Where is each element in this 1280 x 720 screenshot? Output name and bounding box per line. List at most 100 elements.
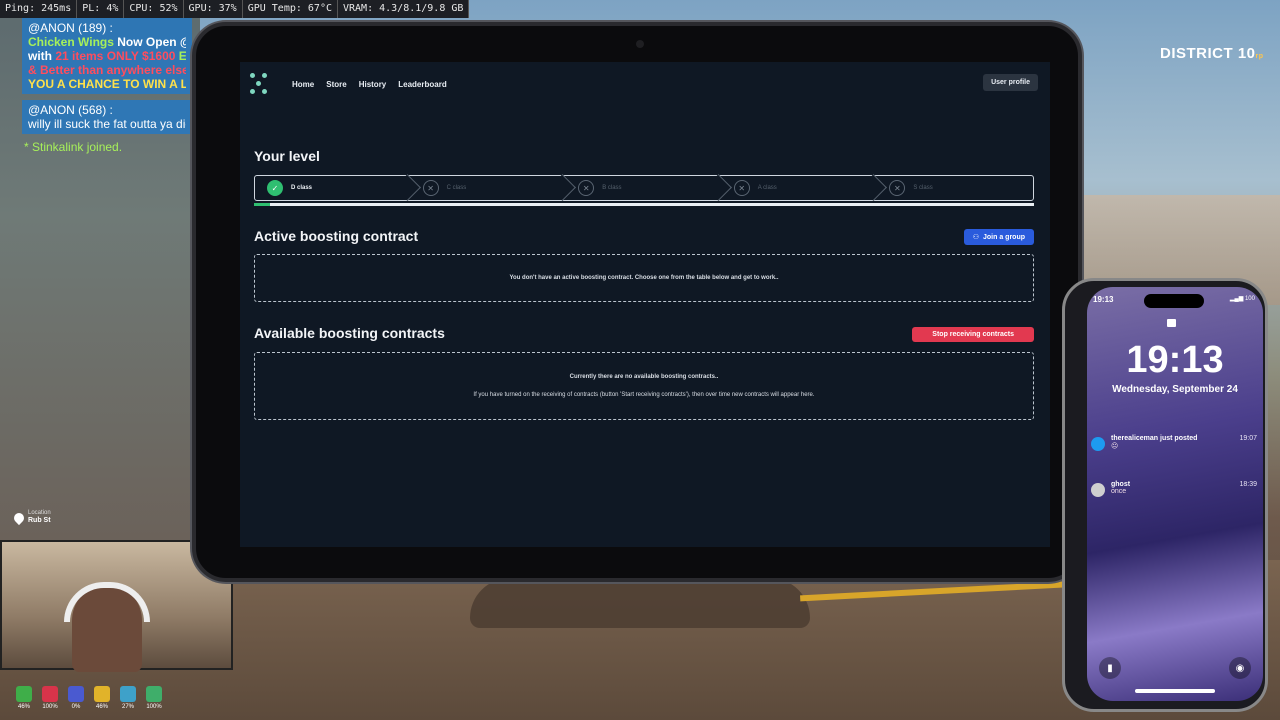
stop-receiving-contracts-button[interactable]: Stop receiving contracts [912,327,1034,342]
x-circle-icon: ✕ [889,180,906,196]
hud-stat-value: 27% [121,704,134,710]
x-circle-icon: ✕ [578,180,595,196]
lock-icon [1167,319,1176,327]
phone-device: 19:13 ▂▄▆ 100 19:13 Wednesday, September… [1062,278,1268,712]
phone-clock: 19:13 [1126,339,1224,381]
tablet-screen: Home Store History Leaderboard User prof… [240,62,1050,547]
phone-notification[interactable]: ghost once 18:39 [1091,481,1257,507]
location-indicator: Location Rub St [11,510,51,525]
nav-home[interactable]: Home [292,80,314,89]
chat-text: with [28,49,56,63]
food-icon [94,686,110,702]
chat-text: Chicken Wings [28,35,114,49]
nav-history[interactable]: History [359,80,387,89]
level-step-label: B class [602,185,622,191]
hud-stat: 46% [92,686,112,710]
camera-icon[interactable]: ◉ [1229,657,1251,679]
hud-stat-value: 0% [71,704,81,710]
x-circle-icon: ✕ [422,180,439,196]
chat-feed: @ANON (189) : Chicken Wings Now Open @ w… [22,18,192,154]
notification-title: ghost [1111,481,1131,488]
notification-body: therealiceman just posted 😐 [1111,435,1239,461]
chat-icon [1091,483,1105,497]
packet-loss-readout: PL: 4% [77,0,125,18]
stamina-icon [146,686,162,702]
chat-line: YOU A CHANCE TO WIN A LI [28,77,186,91]
server-name: DISTRICT 10 [1160,45,1256,62]
hud-stat: 100% [40,686,60,710]
chat-line: Chicken Wings Now Open @ [28,35,186,49]
level-step: ✓ D class [255,176,411,200]
status-hud: 46% 100% 0% 46% 27% 100% [14,686,164,710]
level-progress-bar [254,203,1034,206]
app-logo-icon[interactable] [250,73,272,95]
nav-leaderboard[interactable]: Leaderboard [398,80,446,89]
level-step: ✕ B class [566,176,722,200]
server-logo: DISTRICT 10rp [1160,45,1264,62]
vram-readout: VRAM: 4.3/8.1/9.8 GB [338,0,470,18]
health-icon [16,686,32,702]
nav-store[interactable]: Store [326,80,346,89]
chat-line: with 21 items ONLY $1600 E [28,49,186,63]
level-step-label: S class [913,185,933,191]
your-level-heading: Your level [254,148,320,164]
notification-body: ghost once [1111,481,1239,507]
gpu-temp-readout: GPU Temp: 67°C [243,0,338,18]
location-label: Location [28,510,51,516]
available-contracts-heading: Available boosting contracts [254,325,445,341]
hud-stat: 0% [66,686,86,710]
active-contract-box: You don't have an active boosting contra… [254,254,1034,302]
level-step-label: D class [291,185,313,191]
performance-bar: Ping: 245ms PL: 4% CPU: 52% GPU: 37% GPU… [0,0,470,18]
chat-message: @ANON (189) : Chicken Wings Now Open @ w… [22,18,192,94]
hud-stat-value: 46% [17,704,30,710]
hud-stat: 100% [144,686,164,710]
chat-author: @ANON (568) : [28,103,113,117]
hud-stat: 27% [118,686,138,710]
chat-system-message: * Stinkalink joined. [24,140,123,154]
notification-text: once [1111,488,1127,495]
join-group-label: Join a group [983,233,1025,241]
chat-line: willy ill suck the fat outta ya dick [28,117,186,131]
chat-text: E [175,49,186,63]
active-contract-empty-text: You don't have an active boosting contra… [509,275,779,281]
phone-date: Wednesday, September 24 [1112,384,1238,395]
hud-stat-value: 46% [95,704,108,710]
ping-readout: Ping: 245ms [0,0,78,18]
signal-battery-icon: ▂▄▆ 100 [1229,296,1255,302]
tablet-camera [636,40,644,48]
available-contracts-empty-text: Currently there are no available boostin… [569,374,719,380]
hud-stat-value: 100% [42,704,58,710]
level-step: ✕ C class [411,176,567,200]
phone-notification[interactable]: therealiceman just posted 😐 19:07 [1091,435,1257,461]
chat-text: 21 items ONLY $1600 [55,49,176,63]
available-contracts-hint: If you have turned on the receiving of c… [473,392,815,398]
level-step: ✕ S class [877,176,1033,200]
hud-stat-value: 100% [146,704,162,710]
x-circle-icon: ✕ [733,180,750,196]
armor-icon [68,686,84,702]
server-suffix: rp [1255,53,1264,60]
level-stepper: ✓ D class ✕ C class ✕ B class ✕ A class ✕ S class [254,175,1034,201]
twitter-icon [1091,437,1105,451]
chat-text: Now Open @ [113,35,186,49]
level-step: ✕ A class [722,176,878,200]
chat-author: @ANON (189) : [28,21,113,35]
top-nav: Home Store History Leaderboard User prof… [240,62,1050,106]
available-contracts-box: Currently there are no available boostin… [254,352,1034,420]
background-car [470,578,810,628]
user-profile-button[interactable]: User profile [983,74,1038,91]
active-contract-heading: Active boosting contract [254,228,419,244]
level-step-label: A class [757,185,777,191]
join-group-button[interactable]: ⚇ Join a group [963,229,1034,245]
heart-icon [42,686,58,702]
cpu-readout: CPU: 52% [124,0,184,18]
chat-message: @ANON (568) : willy ill suck the fat out… [22,100,192,134]
flashlight-icon[interactable]: ▮ [1099,657,1121,679]
check-icon: ✓ [267,180,283,196]
notification-time: 19:07 [1239,435,1257,442]
phone-lock-screen[interactable]: 19:13 ▂▄▆ 100 19:13 Wednesday, September… [1087,287,1263,701]
notification-time: 18:39 [1239,481,1257,488]
home-indicator[interactable] [1135,689,1215,693]
dynamic-island [1144,294,1204,308]
